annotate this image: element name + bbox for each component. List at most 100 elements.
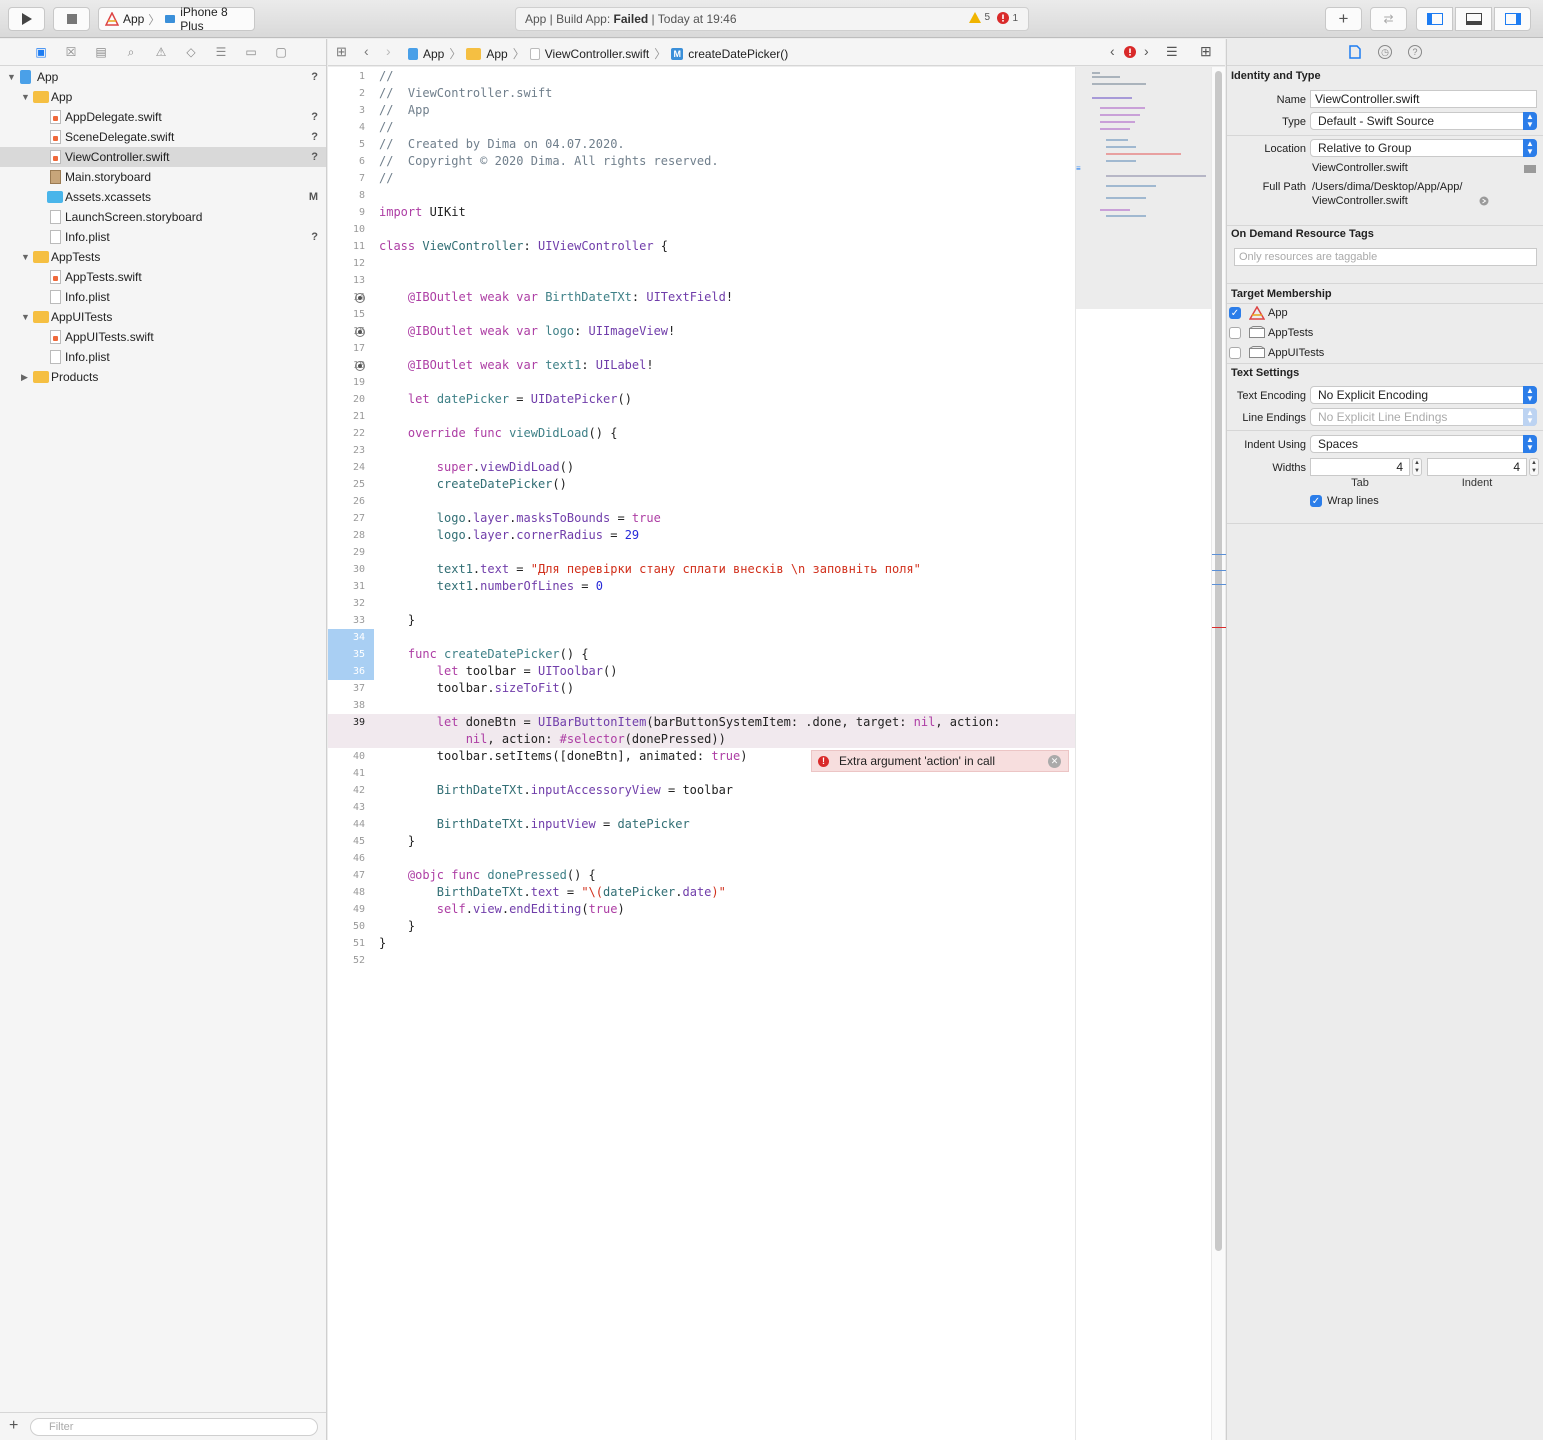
line-number[interactable]: 29	[328, 544, 365, 561]
tree-row-file[interactable]: Info.plist ?	[0, 227, 326, 247]
line-number[interactable]: 40	[328, 748, 365, 765]
line-number[interactable]: 42	[328, 782, 365, 799]
line-number[interactable]: 46	[328, 850, 365, 867]
prev-issue-icon[interactable]: ‹	[1110, 43, 1115, 59]
tab-width-field[interactable]: 4	[1310, 458, 1410, 476]
line-number[interactable]: 47	[328, 867, 365, 884]
line-number[interactable]: 19	[328, 374, 365, 391]
line-number[interactable]: 22	[328, 425, 365, 442]
breakpoint-icon[interactable]: ▭	[243, 45, 259, 59]
issue-icon[interactable]: ⚠	[153, 45, 169, 59]
inline-error-message[interactable]: ! Extra argument 'action' in call ✕	[811, 750, 1069, 772]
line-number[interactable]: 1	[328, 68, 365, 85]
line-number[interactable]: 11	[328, 238, 365, 255]
breadcrumb-item[interactable]: App	[486, 47, 507, 61]
activity-viewer[interactable]: App | Build App: Failed | Today at 19:46…	[515, 7, 1029, 31]
add-file-icon[interactable]: +	[9, 1417, 18, 1435]
tree-row-file[interactable]: AppUITests.swift	[0, 327, 326, 347]
line-number[interactable]: 6	[328, 153, 365, 170]
folder-icon[interactable]: ▣	[33, 45, 49, 59]
report-icon[interactable]: ▢	[273, 45, 289, 59]
target-checkbox-appuitests[interactable]	[1229, 347, 1241, 359]
folder-icon[interactable]	[1524, 164, 1536, 173]
target-checkbox-apptests[interactable]	[1229, 327, 1241, 339]
line-number[interactable]: 36	[328, 663, 374, 680]
breadcrumb-item[interactable]: createDatePicker()	[688, 47, 788, 61]
stop-button[interactable]	[53, 7, 90, 31]
encoding-popup[interactable]: No Explicit Encoding ▲ ▼	[1310, 386, 1537, 404]
line-number[interactable]: 41	[328, 765, 365, 782]
line-number[interactable]: 38	[328, 697, 365, 714]
line-number[interactable]: 24	[328, 459, 365, 476]
breadcrumb-item[interactable]: App	[423, 47, 444, 61]
warning-indicator[interactable]: 5	[969, 12, 990, 23]
line-number[interactable]: 39	[328, 714, 365, 731]
history-icon[interactable]: ◷	[1378, 45, 1392, 59]
run-button[interactable]	[8, 7, 45, 31]
help-icon[interactable]: ?	[1408, 45, 1422, 59]
indent-width-field[interactable]: 4	[1427, 458, 1527, 476]
tree-row-file[interactable]: Info.plist	[0, 287, 326, 307]
error-icon[interactable]	[1124, 46, 1136, 58]
line-number[interactable]: 37	[328, 680, 365, 697]
toggle-debug-area-button[interactable]	[1455, 7, 1492, 31]
line-number[interactable]: 15	[328, 306, 365, 323]
line-number[interactable]: 26	[328, 493, 365, 510]
line-number[interactable]: 13	[328, 272, 365, 289]
file-inspector-icon[interactable]	[1349, 45, 1361, 59]
back-arrow-icon[interactable]: ‹	[364, 43, 369, 59]
line-number[interactable]: 30	[328, 561, 365, 578]
disclosure-open-icon[interactable]: ▼	[7, 72, 17, 82]
target-checkbox-app[interactable]: ✓	[1229, 307, 1241, 319]
line-number[interactable]: 34	[328, 629, 374, 646]
line-number[interactable]: 8	[328, 187, 365, 204]
line-number[interactable]: 10	[328, 221, 365, 238]
tree-row-file[interactable]: LaunchScreen.storyboard	[0, 207, 326, 227]
add-editor-icon[interactable]: ⊞	[1200, 43, 1212, 60]
line-number[interactable]: 7	[328, 170, 365, 187]
library-button[interactable]: +	[1325, 7, 1362, 31]
outlet-connection-icon[interactable]	[355, 361, 365, 371]
line-number[interactable]: 49	[328, 901, 365, 918]
tree-row-file[interactable]: AppTests.swift	[0, 267, 326, 287]
outlet-connection-icon[interactable]	[355, 327, 365, 337]
line-number[interactable]: 35	[328, 646, 374, 663]
tree-row-file[interactable]: SceneDelegate.swift ?	[0, 127, 326, 147]
breadcrumb-item[interactable]: ViewController.swift	[545, 47, 649, 61]
tree-row-folder[interactable]: ▶ Products	[0, 367, 326, 387]
line-number[interactable]: 45	[328, 833, 365, 850]
search-icon[interactable]: ⌕	[123, 45, 139, 60]
line-number[interactable]: 48	[328, 884, 365, 901]
line-number[interactable]: 33	[328, 612, 365, 629]
reveal-in-finder-icon[interactable]	[1479, 196, 1489, 206]
line-number[interactable]: 23	[328, 442, 365, 459]
filter-input[interactable]: Filter	[30, 1418, 318, 1436]
line-number[interactable]: 32	[328, 595, 365, 612]
tree-row-file[interactable]: Main.storyboard	[0, 167, 326, 187]
wrap-lines-checkbox[interactable]: ✓	[1310, 495, 1322, 507]
line-number[interactable]: 28	[328, 527, 365, 544]
tree-row-file-selected[interactable]: ViewController.swift ?	[0, 147, 326, 167]
tree-row-file[interactable]: AppDelegate.swift ?	[0, 107, 326, 127]
minimap-viewport[interactable]	[1076, 67, 1211, 309]
source-control-icon[interactable]: ☒	[63, 45, 79, 59]
name-field[interactable]: ViewController.swift	[1310, 90, 1537, 108]
next-issue-icon[interactable]: ›	[1144, 43, 1149, 59]
toggle-navigator-button[interactable]	[1416, 7, 1453, 31]
vertical-scrollbar[interactable]	[1211, 67, 1226, 1440]
scheme-selector[interactable]: App 〉 iPhone 8 Plus	[98, 5, 255, 33]
code-text[interactable]: // // ViewController.swift // App // // …	[379, 68, 1000, 952]
outlet-connection-icon[interactable]	[355, 293, 365, 303]
minimap[interactable]: ≡	[1075, 67, 1211, 1440]
odr-tags-field[interactable]: Only resources are taggable	[1234, 248, 1537, 266]
forward-arrow-icon[interactable]: ›	[386, 43, 391, 59]
line-number[interactable]: 5	[328, 136, 365, 153]
line-number[interactable]: 43	[328, 799, 365, 816]
tree-row-folder[interactable]: ▼ App	[0, 87, 326, 107]
source-editor[interactable]: 1 2 3 4 5 6 7 8 9 10 11 12 13 14 15 16 17 18 19 20 21 22 23 24 2…	[328, 67, 1075, 1440]
disclosure-open-icon[interactable]: ▼	[21, 92, 31, 102]
editor-options-icon[interactable]: ☰	[1166, 44, 1178, 60]
disclosure-closed-icon[interactable]: ▶	[21, 372, 31, 383]
tree-row-project[interactable]: ▼ App ?	[0, 67, 326, 87]
test-icon[interactable]: ◇	[183, 45, 199, 59]
